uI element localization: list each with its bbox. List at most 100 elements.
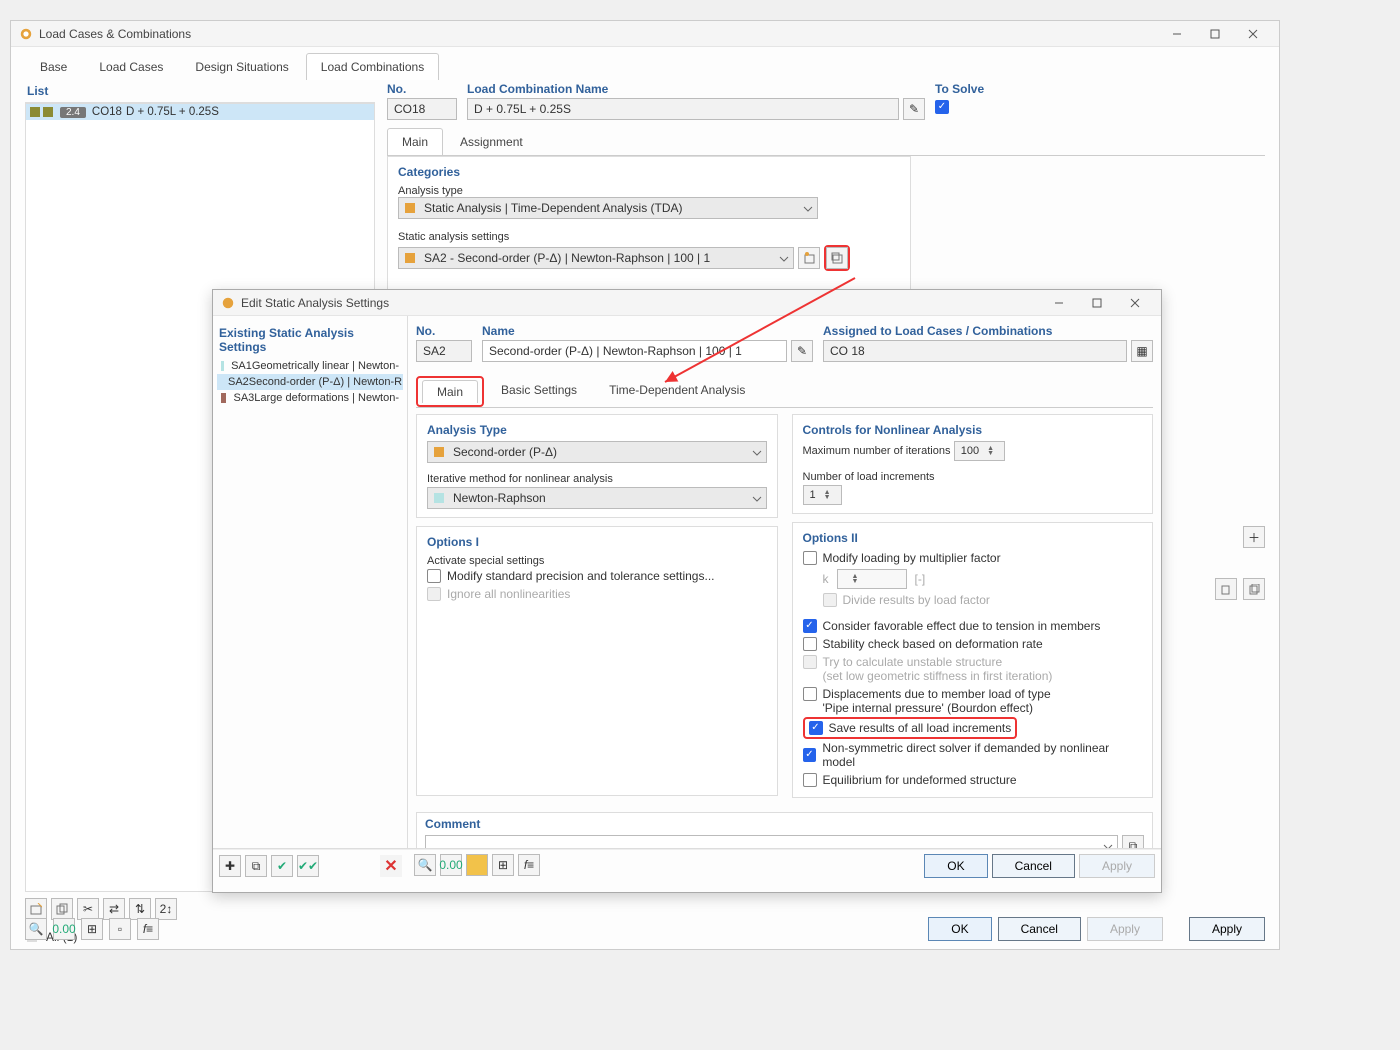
comment-library-icon[interactable]: ⧉: [1122, 835, 1144, 848]
combo-swatch: [405, 253, 415, 263]
maximize-button[interactable]: [1197, 23, 1233, 45]
app-icon: [19, 27, 33, 41]
dlg-delete-icon[interactable]: ✕: [380, 855, 402, 877]
tab-base[interactable]: Base: [25, 53, 82, 80]
name-input[interactable]: D + 0.75L + 0.25S: [467, 98, 899, 120]
dlg-tab-tda[interactable]: Time-Dependent Analysis: [594, 376, 760, 407]
dialog-maximize[interactable]: [1079, 292, 1115, 314]
dialog-app-icon: [221, 296, 235, 310]
divide-cb: [823, 593, 837, 607]
subtab-main[interactable]: Main: [387, 128, 443, 155]
dlg-help-icon[interactable]: 🔍: [414, 854, 436, 876]
k-spinner: ▲▼: [837, 569, 907, 589]
tab-load-combinations[interactable]: Load Combinations: [306, 53, 439, 80]
dlg-color-icon[interactable]: [466, 854, 488, 876]
options1-title: Options I: [427, 535, 767, 549]
load-incr-spinner[interactable]: 1▲▼: [803, 485, 842, 505]
assigned-input[interactable]: CO 18: [823, 340, 1127, 362]
dlg-check-icon[interactable]: ✔: [271, 855, 293, 877]
dlg-cancel-button[interactable]: Cancel: [992, 854, 1075, 878]
stability-cb[interactable]: [803, 637, 817, 651]
fn-icon[interactable]: f≡: [137, 918, 159, 940]
tree-icon[interactable]: ⊞: [81, 918, 103, 940]
sa2-row[interactable]: SA2 Second-order (P-Δ) | Newton-R: [217, 374, 403, 390]
dialog-titlebar: Edit Static Analysis Settings: [213, 290, 1161, 316]
list-header: List: [25, 80, 375, 103]
badge: 2.4: [60, 107, 86, 118]
dlg-units-icon[interactable]: 0.00: [440, 854, 462, 876]
dlg-tab-main[interactable]: Main: [422, 380, 478, 403]
analysis-type-title: Analysis Type: [427, 423, 767, 437]
name-label: Load Combination Name: [467, 80, 925, 98]
copy2-icon[interactable]: [1215, 578, 1237, 600]
subtab-assignment[interactable]: Assignment: [445, 128, 538, 155]
no-input[interactable]: CO18: [387, 98, 457, 120]
list-code: CO18: [92, 106, 122, 118]
tab-design-situations[interactable]: Design Situations: [180, 53, 303, 80]
grid-icon[interactable]: ▦: [1131, 340, 1153, 362]
chevron-down-icon: [779, 253, 789, 267]
edit-settings-icon[interactable]: [826, 247, 848, 269]
new-settings-icon[interactable]: [798, 247, 820, 269]
dlg-tab-basic[interactable]: Basic Settings: [486, 376, 592, 407]
no-label: No.: [387, 80, 457, 98]
dlg-fn-icon[interactable]: f≡: [518, 854, 540, 876]
dlg-copy-icon[interactable]: ⧉: [245, 855, 267, 877]
analysis-type-combo[interactable]: Static Analysis | Time-Dependent Analysi…: [398, 197, 818, 219]
edit-analysis-dialog: Edit Static Analysis Settings Existing S…: [212, 289, 1162, 893]
solve-checkbox[interactable]: [935, 100, 949, 114]
dialog-minimize[interactable]: [1041, 292, 1077, 314]
modify-precision-cb[interactable]: [427, 569, 441, 583]
add-icon[interactable]: ＋: [1243, 526, 1265, 548]
save-incr-cb[interactable]: [809, 721, 823, 735]
dlg-tree-icon[interactable]: ⊞: [492, 854, 514, 876]
main-ok-button[interactable]: OK: [928, 917, 991, 941]
dialog-close[interactable]: [1117, 292, 1153, 314]
ignore-nonlin-cb: [427, 587, 441, 601]
assigned-label: Assigned to Load Cases / Combinations: [823, 322, 1153, 340]
window-title: Load Cases & Combinations: [39, 27, 1159, 41]
comment-combo[interactable]: [425, 835, 1118, 848]
nonsym-cb[interactable]: [803, 748, 817, 762]
dlg-checkall-icon[interactable]: ✔✔: [297, 855, 319, 877]
minimize-button[interactable]: [1159, 23, 1195, 45]
tab-load-cases[interactable]: Load Cases: [84, 53, 178, 80]
static-settings-combo[interactable]: SA2 - Second-order (P-Δ) | Newton-Raphso…: [398, 247, 794, 269]
dlg-no-input[interactable]: SA2: [416, 340, 472, 362]
dlg-apply-button: Apply: [1079, 854, 1155, 878]
max-iter-spinner[interactable]: 100▲▼: [954, 441, 1005, 461]
dlg-name-input[interactable]: Second-order (P-Δ) | Newton-Raphson | 10…: [482, 340, 787, 362]
main-cancel-button[interactable]: Cancel: [998, 917, 1081, 941]
edit-name-icon[interactable]: ✎: [903, 98, 925, 120]
color-swatch: [30, 107, 40, 117]
units-icon[interactable]: 0.00: [53, 918, 75, 940]
square-icon[interactable]: ▫: [109, 918, 131, 940]
combo-swatch: [405, 203, 415, 213]
analysis-type-combo[interactable]: Second-order (P-Δ): [427, 441, 767, 463]
close-button[interactable]: [1235, 23, 1271, 45]
activate-label: Activate special settings: [427, 551, 544, 569]
iterative-combo[interactable]: Newton-Raphson: [427, 487, 767, 509]
options2-title: Options II: [803, 531, 1143, 545]
dlg-new-icon[interactable]: ✚: [219, 855, 241, 877]
equilibrium-cb[interactable]: [803, 773, 817, 787]
sa1-row[interactable]: SA1 Geometrically linear | Newton-: [217, 358, 403, 374]
color-swatch: [43, 107, 53, 117]
unstable-cb: [803, 655, 817, 669]
static-settings-label: Static analysis settings: [398, 227, 900, 245]
dlg-name-label: Name: [482, 322, 813, 340]
favorable-cb[interactable]: [803, 619, 817, 633]
dlg-ok-button[interactable]: OK: [924, 854, 987, 878]
displacements-cb[interactable]: [803, 687, 817, 701]
dlg-edit-name-icon[interactable]: ✎: [791, 340, 813, 362]
sa3-row[interactable]: SA3 Large deformations | Newton-: [217, 390, 403, 406]
main-apply-button[interactable]: Apply: [1189, 917, 1265, 941]
main-apply-button-disabled: Apply: [1087, 917, 1163, 941]
titlebar: Load Cases & Combinations: [11, 21, 1279, 47]
help-icon[interactable]: 🔍: [25, 918, 47, 940]
list-row-co18[interactable]: 2.4 CO18 D + 0.75L + 0.25S: [26, 104, 374, 120]
copy3-icon[interactable]: [1243, 578, 1265, 600]
categories-title: Categories: [398, 165, 900, 179]
modify-mult-cb[interactable]: [803, 551, 817, 565]
comment-title: Comment: [425, 817, 1144, 831]
